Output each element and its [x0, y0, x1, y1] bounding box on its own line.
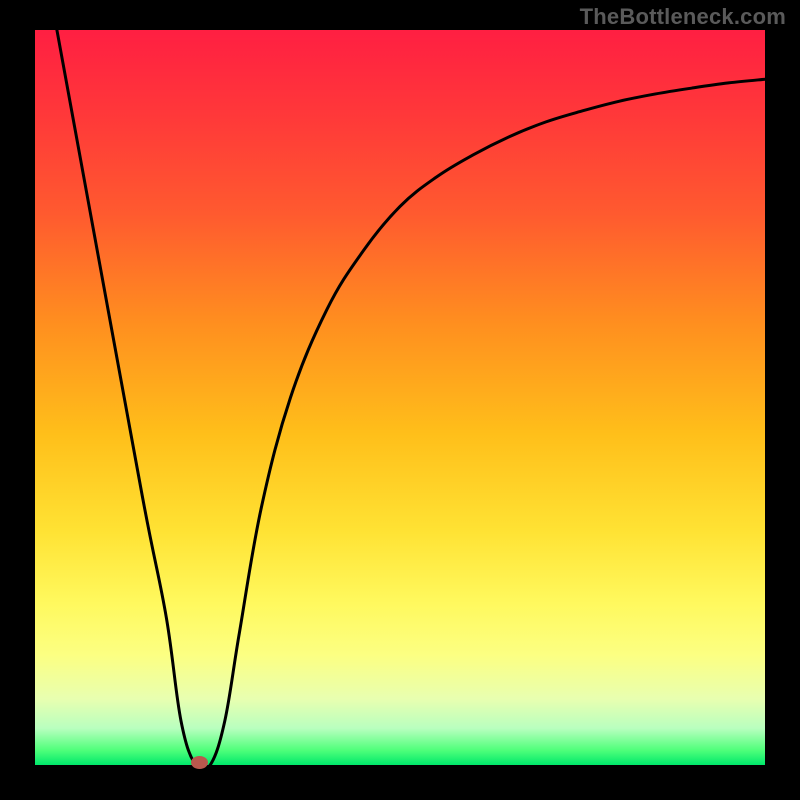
- plot-area: [35, 30, 765, 765]
- bottleneck-curve: [35, 30, 765, 765]
- curve-path: [57, 30, 765, 771]
- chart-frame: TheBottleneck.com: [0, 0, 800, 800]
- watermark-text: TheBottleneck.com: [580, 4, 786, 30]
- bottleneck-marker: [191, 756, 208, 769]
